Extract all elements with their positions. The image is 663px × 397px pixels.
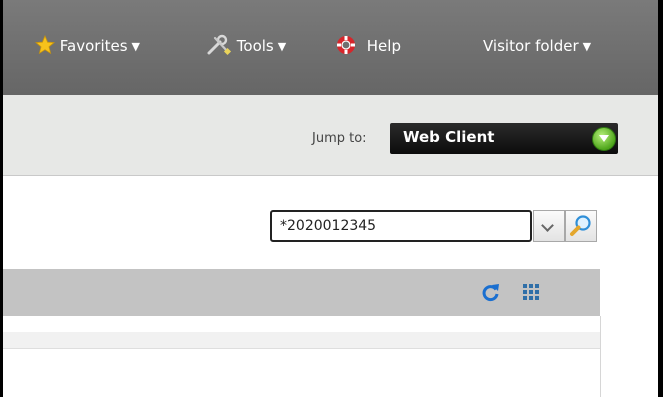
panel-header — [3, 269, 600, 317]
visitor-folder-menu[interactable]: Visitor folder ▼ — [483, 34, 591, 58]
window-right-edge — [658, 0, 663, 397]
star-icon — [34, 34, 56, 54]
help-label: Help — [366, 37, 401, 55]
green-down-arrow-icon[interactable] — [592, 127, 616, 151]
search-input[interactable] — [270, 210, 532, 242]
jump-to-value: Web Client — [403, 128, 495, 146]
favorites-label: Favorites — [59, 37, 128, 55]
grid-icon[interactable] — [522, 283, 540, 301]
window-left-edge — [0, 0, 3, 397]
help-menu[interactable]: Help — [336, 34, 401, 58]
jump-to-select[interactable]: Web Client — [390, 123, 618, 154]
top-nav-bar: Favorites ▼ Tools ▼ Help Visitor folder ▼ — [3, 0, 658, 95]
wrench-screwdriver-icon — [207, 34, 232, 55]
chevron-down-icon: ▼ — [131, 40, 141, 53]
lifebuoy-icon — [337, 35, 355, 54]
favorites-menu[interactable]: Favorites ▼ — [34, 34, 141, 58]
tools-menu[interactable]: Tools ▼ — [206, 34, 286, 58]
jump-to-label: Jump to: — [312, 131, 367, 146]
app-window: Favorites ▼ Tools ▼ Help Visitor folder ▼ — [0, 0, 663, 397]
panel-body — [3, 316, 601, 397]
search-dropdown-button[interactable] — [533, 210, 565, 242]
chevron-down-icon: ▼ — [277, 40, 287, 53]
jump-bar: Jump to: Web Client — [3, 95, 658, 176]
panel-column-header-row — [3, 332, 600, 349]
visitor-folder-label: Visitor folder — [483, 37, 579, 55]
magnifier-icon — [570, 215, 591, 236]
refresh-icon[interactable] — [481, 282, 501, 302]
tools-label: Tools — [236, 37, 274, 55]
chevron-down-icon: ▼ — [582, 40, 592, 53]
search-button[interactable] — [565, 210, 597, 242]
